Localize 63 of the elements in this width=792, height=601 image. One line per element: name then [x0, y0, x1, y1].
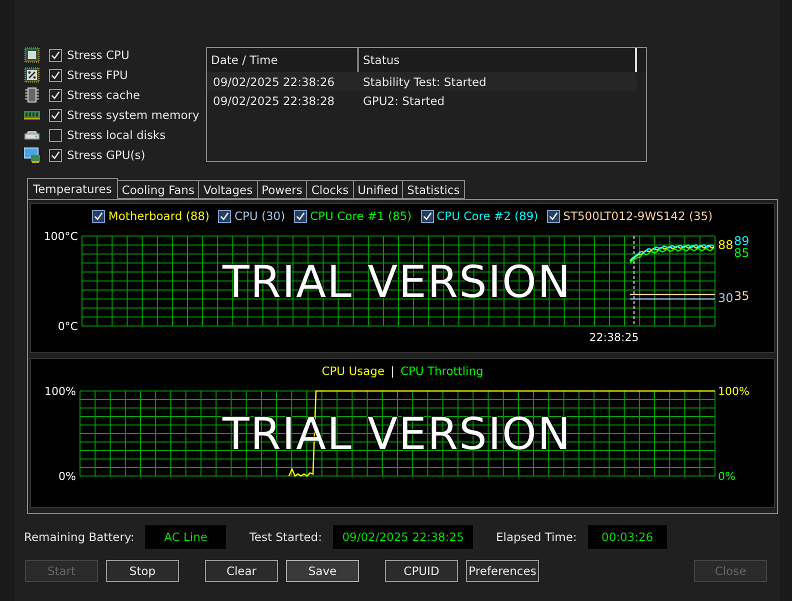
legend-checkbox[interactable]: [218, 210, 232, 222]
monitor-card-icon: [24, 147, 40, 163]
field-label: Elapsed Time:: [496, 530, 577, 544]
tab[interactable]: Voltages: [199, 180, 258, 199]
chip-icon: [24, 47, 40, 63]
tab[interactable]: Unified: [354, 180, 404, 199]
field-label: Test Started:: [249, 530, 322, 544]
dialog-button[interactable]: CPUID: [385, 560, 458, 582]
table-cell-text: Stability Test: Started: [362, 74, 486, 88]
option-label: Stress CPU: [67, 48, 130, 62]
dialog-button[interactable]: Clear: [205, 560, 278, 582]
legend-checkbox[interactable]: [92, 210, 106, 222]
checkbox[interactable]: [49, 148, 62, 162]
legend-checkbox[interactable]: [420, 210, 434, 222]
checkbox[interactable]: [49, 88, 62, 102]
legend-label: CPU Usage: [322, 364, 385, 378]
tab[interactable]: Powers: [258, 180, 308, 199]
axis-label: 100%: [44, 385, 76, 398]
option-label: Stress system memory: [67, 108, 200, 122]
readout-field: AC Line: [145, 525, 226, 549]
legend-label: CPU (30): [234, 209, 286, 223]
checkbox[interactable]: [49, 128, 62, 142]
legend-label: Motherboard (88): [108, 209, 210, 223]
legend-label: CPU Throttling: [400, 364, 484, 378]
legend-checkbox[interactable]: [547, 210, 560, 222]
value-label: 30: [718, 291, 734, 305]
value-label: 88: [718, 238, 734, 252]
option-label: Stress FPU: [67, 68, 128, 82]
tab[interactable]: Cooling Fans: [118, 180, 200, 199]
dialog-button[interactable]: Preferences: [466, 560, 539, 582]
axis-label: 100°C: [44, 230, 78, 243]
table-cell-text: 09/02/2025 22:38:28: [212, 94, 336, 108]
tab[interactable]: Statistics: [403, 180, 465, 199]
time-label: 22:38:25: [589, 331, 639, 344]
checkbox[interactable]: [49, 68, 62, 82]
option-label: Stress GPU(s): [67, 148, 146, 162]
axis-label: 0%: [718, 470, 736, 483]
axis-label: 0°C: [58, 320, 78, 333]
option-label: Stress local disks: [67, 128, 166, 142]
readout-field: 00:03:26: [588, 525, 667, 549]
option-label: Stress cache: [67, 88, 140, 102]
table-cell-text: GPU2: Started: [362, 94, 445, 108]
legend-separator: |: [390, 364, 394, 378]
microchip-icon: [24, 87, 40, 103]
dialog-button[interactable]: Stop: [106, 560, 179, 582]
table-cell-text: 09/02/2025 22:38:26: [212, 74, 336, 88]
tab[interactable]: Clocks: [307, 180, 354, 199]
checkbox[interactable]: [49, 48, 62, 62]
axis-label: 100%: [718, 385, 750, 398]
percent-chip-icon: [24, 67, 40, 83]
axis-label: 0%: [58, 470, 76, 483]
legend-label: ST500LT012-9WS142 (35): [563, 209, 713, 223]
legend-label: CPU Core #1 (85): [310, 209, 412, 223]
value-label: 89: [734, 234, 750, 248]
legend-label: CPU Core #2 (89): [436, 209, 538, 223]
dialog-button[interactable]: Save: [286, 560, 359, 582]
value-label: 35: [734, 289, 750, 303]
checkbox[interactable]: [49, 108, 62, 122]
readout-field: 09/02/2025 22:38:25: [332, 525, 473, 549]
legend-checkbox[interactable]: [294, 210, 308, 222]
tab[interactable]: Temperatures: [27, 178, 118, 199]
field-label: Remaining Battery:: [24, 530, 134, 544]
value-label: 85: [734, 246, 750, 260]
